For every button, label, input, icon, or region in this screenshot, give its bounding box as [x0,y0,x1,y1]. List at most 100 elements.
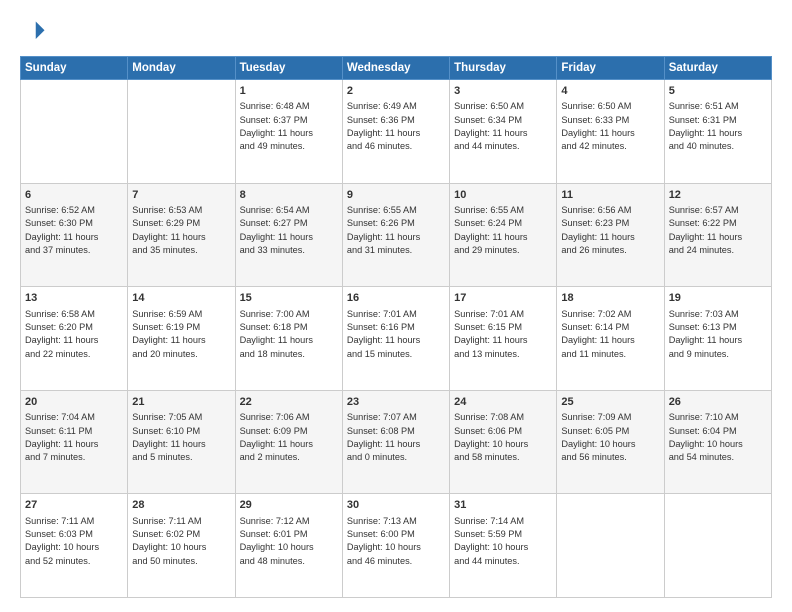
header-cell-tuesday: Tuesday [235,57,342,80]
day-info: Sunrise: 7:08 AM Sunset: 6:06 PM Dayligh… [454,412,528,462]
day-info: Sunrise: 6:56 AM Sunset: 6:23 PM Dayligh… [561,205,634,255]
day-cell: 9 Sunrise: 6:55 AM Sunset: 6:26 PM Daylig… [342,183,449,287]
day-number: 21 [132,395,230,410]
calendar-header-row: SundayMondayTuesdayWednesdayThursdayFrid… [21,57,772,80]
day-number: 28 [132,498,230,513]
day-cell: 3 Sunrise: 6:50 AM Sunset: 6:34 PM Daylig… [450,80,557,184]
day-cell [664,494,771,598]
day-info: Sunrise: 6:52 AM Sunset: 6:30 PM Dayligh… [25,205,98,255]
day-cell: 17 Sunrise: 7:01 AM Sunset: 6:15 PM Dayli… [450,287,557,391]
day-info: Sunrise: 7:12 AM Sunset: 6:01 PM Dayligh… [240,516,314,566]
day-number: 5 [669,84,767,99]
day-number: 4 [561,84,659,99]
day-cell: 28 Sunrise: 7:11 AM Sunset: 6:02 PM Dayli… [128,494,235,598]
day-number: 20 [25,395,123,410]
day-info: Sunrise: 7:13 AM Sunset: 6:00 PM Dayligh… [347,516,421,566]
header-cell-saturday: Saturday [664,57,771,80]
day-cell: 12 Sunrise: 6:57 AM Sunset: 6:22 PM Dayli… [664,183,771,287]
day-number: 27 [25,498,123,513]
day-cell: 27 Sunrise: 7:11 AM Sunset: 6:03 PM Dayli… [21,494,128,598]
day-number: 11 [561,188,659,203]
day-info: Sunrise: 6:49 AM Sunset: 6:36 PM Dayligh… [347,101,420,151]
day-number: 29 [240,498,338,513]
day-info: Sunrise: 7:11 AM Sunset: 6:03 PM Dayligh… [25,516,99,566]
day-cell: 7 Sunrise: 6:53 AM Sunset: 6:29 PM Daylig… [128,183,235,287]
day-cell: 16 Sunrise: 7:01 AM Sunset: 6:16 PM Dayli… [342,287,449,391]
day-cell: 13 Sunrise: 6:58 AM Sunset: 6:20 PM Dayli… [21,287,128,391]
day-info: Sunrise: 6:55 AM Sunset: 6:26 PM Dayligh… [347,205,420,255]
day-cell: 4Sunrise: 6:50 AM Sunset: 6:33 PM Daylig… [557,80,664,184]
day-number: 31 [454,498,552,513]
day-info: Sunrise: 6:58 AM Sunset: 6:20 PM Dayligh… [25,309,98,359]
day-number: 30 [347,498,445,513]
day-info: Sunrise: 7:11 AM Sunset: 6:02 PM Dayligh… [132,516,206,566]
day-info: Sunrise: 7:09 AM Sunset: 6:05 PM Dayligh… [561,412,635,462]
day-info: Sunrise: 6:55 AM Sunset: 6:24 PM Dayligh… [454,205,527,255]
day-cell: 20 Sunrise: 7:04 AM Sunset: 6:11 PM Dayli… [21,390,128,494]
day-number: 2 [347,84,445,99]
day-cell: 22 Sunrise: 7:06 AM Sunset: 6:09 PM Dayli… [235,390,342,494]
day-number: 9 [347,188,445,203]
day-info: Sunrise: 6:48 AM Sunset: 6:37 PM Dayligh… [240,101,313,151]
day-cell: 15Sunrise: 7:00 AM Sunset: 6:18 PM Dayli… [235,287,342,391]
day-number: 22 [240,395,338,410]
day-info: Sunrise: 7:01 AM Sunset: 6:16 PM Dayligh… [347,309,420,359]
day-number: 17 [454,291,552,306]
logo [20,18,52,46]
day-info: Sunrise: 7:01 AM Sunset: 6:15 PM Dayligh… [454,309,527,359]
day-number: 26 [669,395,767,410]
day-number: 6 [25,188,123,203]
day-cell: 8 Sunrise: 6:54 AM Sunset: 6:27 PM Daylig… [235,183,342,287]
day-number: 19 [669,291,767,306]
day-cell: 14 Sunrise: 6:59 AM Sunset: 6:19 PM Dayli… [128,287,235,391]
day-info: Sunrise: 6:53 AM Sunset: 6:29 PM Dayligh… [132,205,205,255]
header-cell-sunday: Sunday [21,57,128,80]
calendar-body: 1 Sunrise: 6:48 AM Sunset: 6:37 PM Daylig… [21,80,772,598]
week-row-2: 6 Sunrise: 6:52 AM Sunset: 6:30 PM Daylig… [21,183,772,287]
day-cell: 23Sunrise: 7:07 AM Sunset: 6:08 PM Dayli… [342,390,449,494]
day-number: 16 [347,291,445,306]
week-row-1: 1 Sunrise: 6:48 AM Sunset: 6:37 PM Daylig… [21,80,772,184]
day-cell: 2 Sunrise: 6:49 AM Sunset: 6:36 PM Daylig… [342,80,449,184]
day-info: Sunrise: 6:59 AM Sunset: 6:19 PM Dayligh… [132,309,205,359]
day-cell [128,80,235,184]
day-info: Sunrise: 7:14 AM Sunset: 5:59 PM Dayligh… [454,516,528,566]
day-number: 1 [240,84,338,99]
day-info: Sunrise: 6:57 AM Sunset: 6:22 PM Dayligh… [669,205,742,255]
logo-icon [20,18,48,46]
day-cell: 11 Sunrise: 6:56 AM Sunset: 6:23 PM Dayli… [557,183,664,287]
day-cell: 24 Sunrise: 7:08 AM Sunset: 6:06 PM Dayli… [450,390,557,494]
day-cell: 6 Sunrise: 6:52 AM Sunset: 6:30 PM Daylig… [21,183,128,287]
day-number: 12 [669,188,767,203]
day-info: Sunrise: 7:04 AM Sunset: 6:11 PM Dayligh… [25,412,98,462]
day-number: 8 [240,188,338,203]
day-cell: 31 Sunrise: 7:14 AM Sunset: 5:59 PM Dayli… [450,494,557,598]
day-info: Sunrise: 6:50 AM Sunset: 6:34 PM Dayligh… [454,101,527,151]
day-cell: 21 Sunrise: 7:05 AM Sunset: 6:10 PM Dayli… [128,390,235,494]
day-cell: 25 Sunrise: 7:09 AM Sunset: 6:05 PM Dayli… [557,390,664,494]
week-row-3: 13 Sunrise: 6:58 AM Sunset: 6:20 PM Dayli… [21,287,772,391]
day-cell: 29 Sunrise: 7:12 AM Sunset: 6:01 PM Dayli… [235,494,342,598]
week-row-4: 20 Sunrise: 7:04 AM Sunset: 6:11 PM Dayli… [21,390,772,494]
day-cell: 5 Sunrise: 6:51 AM Sunset: 6:31 PM Daylig… [664,80,771,184]
day-number: 3 [454,84,552,99]
day-info: Sunrise: 7:00 AM Sunset: 6:18 PM Dayligh… [240,309,313,359]
day-number: 7 [132,188,230,203]
calendar-table: SundayMondayTuesdayWednesdayThursdayFrid… [20,56,772,598]
day-number: 13 [25,291,123,306]
day-info: Sunrise: 7:02 AM Sunset: 6:14 PM Dayligh… [561,309,634,359]
day-info: Sunrise: 7:06 AM Sunset: 6:09 PM Dayligh… [240,412,313,462]
day-cell: 30 Sunrise: 7:13 AM Sunset: 6:00 PM Dayli… [342,494,449,598]
day-number: 24 [454,395,552,410]
week-row-5: 27 Sunrise: 7:11 AM Sunset: 6:03 PM Dayli… [21,494,772,598]
day-number: 25 [561,395,659,410]
day-number: 14 [132,291,230,306]
header-cell-friday: Friday [557,57,664,80]
day-cell: 19 Sunrise: 7:03 AM Sunset: 6:13 PM Dayli… [664,287,771,391]
day-info: Sunrise: 7:03 AM Sunset: 6:13 PM Dayligh… [669,309,742,359]
day-info: Sunrise: 6:54 AM Sunset: 6:27 PM Dayligh… [240,205,313,255]
day-info: Sunrise: 6:51 AM Sunset: 6:31 PM Dayligh… [669,101,742,151]
day-cell: 10Sunrise: 6:55 AM Sunset: 6:24 PM Dayli… [450,183,557,287]
day-info: Sunrise: 7:05 AM Sunset: 6:10 PM Dayligh… [132,412,205,462]
day-number: 23 [347,395,445,410]
